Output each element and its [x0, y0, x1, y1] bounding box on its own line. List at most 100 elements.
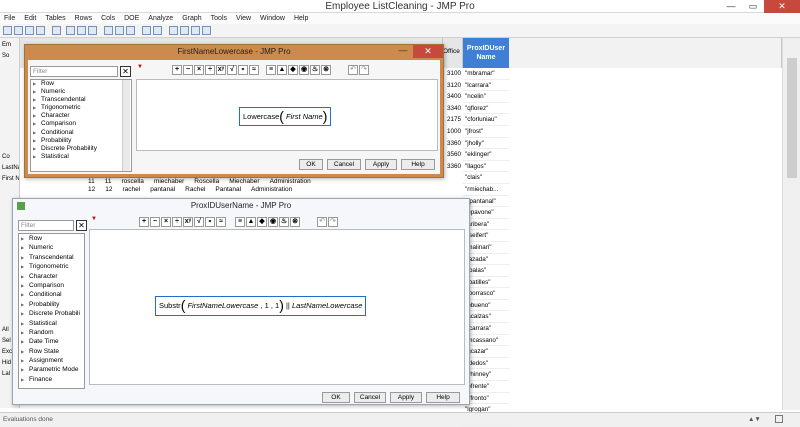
function-category[interactable]: Numeric	[19, 243, 84, 253]
table-cell[interactable]: Rachel	[185, 184, 205, 196]
panel-item-co[interactable]: Co	[0, 152, 19, 163]
fire-icon[interactable]: ♨	[279, 217, 289, 227]
cut-icon[interactable]	[66, 26, 75, 35]
red-triangle-icon[interactable]: ▼	[91, 216, 97, 222]
maximize-button[interactable]: ▭	[742, 0, 764, 13]
menu-graph[interactable]: Graph	[182, 15, 201, 24]
table-cell[interactable]: 12	[88, 184, 95, 196]
table-cell[interactable]: Administration	[251, 184, 292, 196]
function-category[interactable]: Row State	[19, 347, 84, 357]
print-icon[interactable]	[52, 26, 61, 35]
up-icon[interactable]: ▲	[246, 217, 256, 227]
menu-analyze[interactable]: Analyze	[148, 15, 173, 24]
function-category[interactable]: Comparison	[19, 281, 84, 291]
tables-icon[interactable]	[104, 26, 113, 35]
multiply-icon[interactable]: ×	[194, 65, 204, 75]
function-category[interactable]: Conditional	[31, 129, 131, 137]
function-category[interactable]: Date Time	[19, 337, 84, 347]
function-category[interactable]: Finance	[19, 375, 84, 385]
power-icon[interactable]: xʸ	[216, 65, 226, 75]
divide-icon[interactable]: ÷	[205, 65, 215, 75]
lasso-icon[interactable]	[202, 26, 211, 35]
table-cell[interactable]: "ncelin"	[463, 91, 509, 103]
table-cell[interactable]: 3120	[443, 80, 463, 92]
ok-button[interactable]: OK	[299, 159, 323, 170]
menu-help[interactable]: Help	[294, 15, 308, 24]
brush-icon[interactable]	[191, 26, 200, 35]
function-category[interactable]: Trigonometric	[31, 104, 131, 112]
redo-icon[interactable]: ↷	[359, 65, 369, 75]
window-state-icon[interactable]	[775, 415, 783, 423]
table-cell[interactable]: 3360	[443, 161, 463, 173]
ok-button[interactable]: OK	[322, 392, 350, 403]
panel-item-em[interactable]: Em	[0, 40, 19, 51]
function-category[interactable]: Conditional	[19, 290, 84, 300]
table-cell[interactable]: 12	[105, 184, 112, 196]
function-category[interactable]: Probability	[19, 300, 84, 310]
table-cell[interactable]: "lcarrara"	[463, 80, 509, 92]
scroll-thumb[interactable]	[787, 58, 797, 178]
panel-item-lastnamelowercase[interactable]: LastNameLowerca	[0, 163, 19, 174]
table-cell[interactable]: "qflorez"	[463, 103, 509, 115]
open-icon[interactable]	[14, 26, 23, 35]
local-icon[interactable]: ◉	[299, 65, 309, 75]
function-category[interactable]: Comparison	[31, 120, 131, 128]
formula-argument[interactable]: FirstNameLowercase	[187, 301, 258, 310]
function-category[interactable]: Character	[19, 272, 84, 282]
undo-icon[interactable]: ↶	[317, 217, 327, 227]
approx-icon[interactable]: ≈	[249, 65, 259, 75]
list-icon[interactable]: ≡	[266, 65, 276, 75]
apply-button[interactable]: Apply	[390, 392, 422, 403]
formula-expression[interactable]: Lowercase( First Name)	[239, 107, 332, 126]
up-icon[interactable]: ▲	[277, 65, 287, 75]
red-triangle-icon[interactable]: ▼	[137, 64, 143, 70]
function-category[interactable]: Numeric	[31, 88, 131, 96]
function-category[interactable]: Probability	[31, 137, 131, 145]
menu-file[interactable]: File	[4, 15, 15, 24]
arrange-icon[interactable]: ▲▼	[748, 416, 761, 423]
table-cell[interactable]: "rmiechab...	[463, 184, 509, 196]
new-table-icon[interactable]	[3, 26, 12, 35]
menu-tables[interactable]: Tables	[45, 15, 65, 24]
function-category[interactable]: Parametric Mode	[19, 365, 84, 375]
panel-item-firstname[interactable]: First Name	[0, 174, 19, 185]
clear-filter-button[interactable]: ✕	[120, 66, 131, 77]
formula-expression[interactable]: Substr( FirstNameLowercase , 1 , 1) || L…	[155, 296, 367, 316]
plus-icon[interactable]: +	[139, 217, 149, 227]
redo-icon[interactable]: ↷	[328, 217, 338, 227]
table-cell[interactable]: 3560	[443, 149, 463, 161]
move-icon[interactable]: ◆	[257, 217, 267, 227]
column-header-office[interactable]: Office	[443, 38, 463, 68]
copy-icon[interactable]	[77, 26, 86, 35]
table-cell[interactable]: 3100	[443, 68, 463, 80]
peel-icon[interactable]: ⊗	[290, 217, 300, 227]
cancel-button[interactable]: Cancel	[354, 392, 386, 403]
minus-icon[interactable]: −	[183, 65, 193, 75]
minus-icon[interactable]: −	[150, 217, 160, 227]
function-category[interactable]: Statistical	[31, 153, 131, 161]
cancel-button[interactable]: Cancel	[327, 159, 361, 170]
table-cell[interactable]: "jholly"	[463, 138, 509, 150]
formula-argument[interactable]: First Name	[286, 112, 323, 121]
save-icon[interactable]	[25, 26, 34, 35]
dialog-minimize-button[interactable]: —	[393, 45, 413, 58]
save-all-icon[interactable]	[36, 26, 45, 35]
cols-icon[interactable]	[126, 26, 135, 35]
menu-doe[interactable]: DOE	[124, 15, 139, 24]
menu-edit[interactable]: Edit	[24, 15, 36, 24]
function-category[interactable]: Row	[31, 80, 131, 88]
multiply-icon[interactable]: ×	[161, 217, 171, 227]
vertical-scrollbar[interactable]	[782, 38, 800, 410]
formula-argument[interactable]: 1	[265, 301, 269, 310]
table-cell[interactable]: "eklinger"	[463, 149, 509, 161]
function-category[interactable]: Discrete Probability	[31, 145, 131, 153]
minimize-button[interactable]: —	[720, 0, 742, 13]
plus-icon[interactable]: +	[172, 65, 182, 75]
function-category[interactable]: Transcendental	[31, 96, 131, 104]
paste-icon[interactable]	[88, 26, 97, 35]
root-icon[interactable]: √	[194, 217, 204, 227]
menu-cols[interactable]: Cols	[101, 15, 115, 24]
menu-window[interactable]: Window	[260, 15, 285, 24]
rows-icon[interactable]	[115, 26, 124, 35]
pointer-icon[interactable]	[169, 26, 178, 35]
